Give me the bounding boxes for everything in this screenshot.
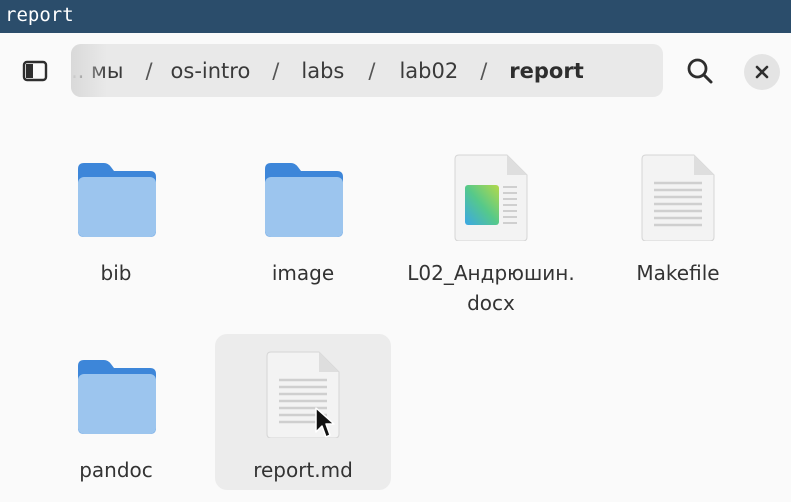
breadcrumb-os-intro[interactable]: os-intro [171,59,251,83]
file-item-pandoc[interactable]: pandoc [28,338,204,494]
file-item-report-md[interactable]: report.md [215,334,391,490]
file-name: Makefile [636,261,720,285]
breadcrumb-current[interactable]: report [509,59,583,83]
breadcrumb-separator: / [145,58,153,83]
text-file-icon [266,351,340,438]
window-title: report [5,4,74,26]
file-grid: bib image L02_Андрюшин.docx Makefile pan… [0,109,791,502]
window-title-bar: report [0,0,791,33]
folder-icon [78,163,156,237]
document-icon [454,154,528,241]
close-button[interactable] [744,54,780,90]
file-item-makefile[interactable]: Makefile [590,141,766,297]
file-item-docx[interactable]: L02_Андрюшин.docx [403,141,579,315]
breadcrumb-separator: / [368,58,376,83]
file-name: pandoc [79,458,153,482]
folder-icon [78,360,156,434]
file-name: report.md [253,458,353,482]
path-bar: .. мы / os-intro / labs / lab02 / report [71,44,663,97]
header-bar: .. мы / os-intro / labs / lab02 / report [0,33,791,109]
text-file-icon [641,154,715,241]
sidebar-toggle-button[interactable] [14,53,56,89]
file-name: bib [100,261,132,285]
folder-icon [265,163,343,237]
search-icon [687,58,713,84]
search-button[interactable] [680,53,720,89]
file-item-image[interactable]: image [215,141,391,297]
close-icon [755,65,769,79]
sidebar-toggle-icon [22,60,48,82]
breadcrumb-separator: / [480,58,488,83]
breadcrumb-labs[interactable]: labs [301,59,344,83]
path-bar-fade [71,44,107,97]
breadcrumb-lab02[interactable]: lab02 [399,59,458,83]
breadcrumb-separator: / [272,58,280,83]
file-name: image [271,261,335,285]
file-item-bib[interactable]: bib [28,141,204,297]
file-name: L02_Андрюшин.docx [407,261,575,315]
